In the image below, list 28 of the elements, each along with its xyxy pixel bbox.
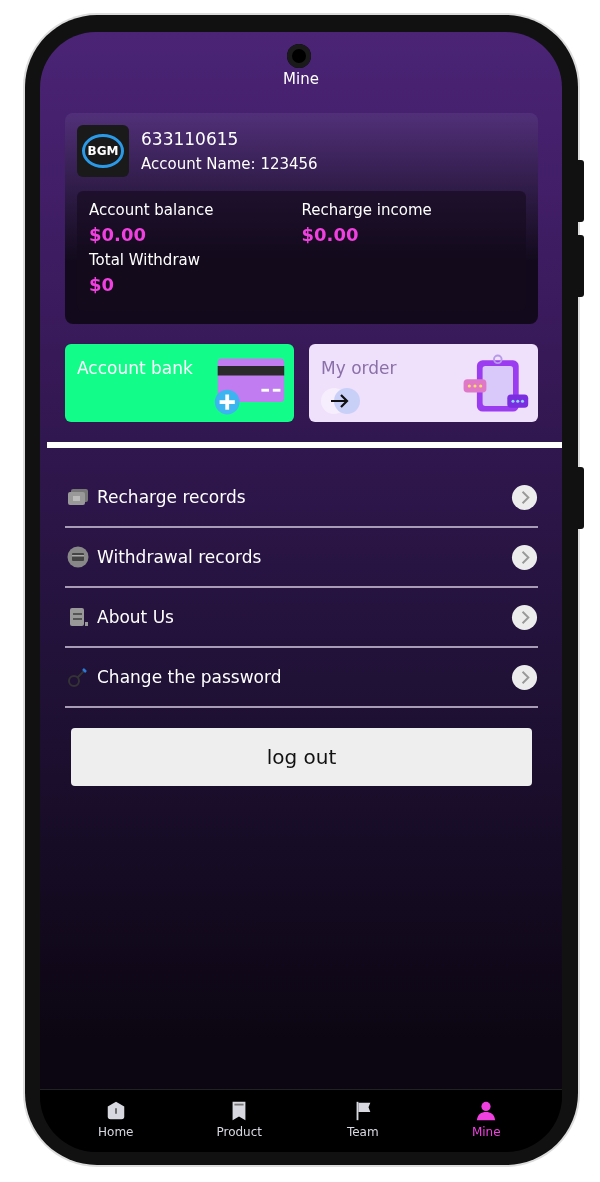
chevron-icon [511, 483, 538, 511]
wallet-icon [65, 546, 91, 568]
logout-button[interactable]: log out [71, 728, 532, 786]
banknote-icon [65, 486, 91, 508]
stat-label: Recharge income [301, 201, 433, 219]
logo-icon: BGM [77, 125, 129, 177]
nav-tab[interactable]: Team [327, 1090, 398, 1152]
account-name: Account Name: 123456 [141, 155, 318, 173]
account-id: 633110615 [141, 129, 240, 149]
nav-tab[interactable]: Product [204, 1090, 275, 1152]
menu-item[interactable]: Withdrawal records [65, 528, 538, 588]
nav-tab[interactable]: Home [80, 1090, 151, 1152]
page-title: Mine [283, 70, 319, 88]
stat-label: Total Withdraw [89, 251, 201, 269]
chevron-icon [511, 543, 538, 571]
stat-value: $0.00 [301, 224, 360, 245]
stat-value: $0 [89, 274, 116, 295]
camera-icon [287, 44, 311, 68]
chevron-icon [511, 663, 538, 691]
chevron-icon [511, 603, 538, 631]
stat-value: $0.00 [89, 224, 147, 245]
arrow-icon[interactable] [321, 388, 361, 414]
menu-item[interactable]: About Us [65, 588, 538, 648]
menu-item[interactable]: Change the password [65, 648, 538, 708]
menu-item[interactable]: Recharge records [65, 468, 538, 528]
stat-label: Account balance [89, 201, 215, 219]
person-icon [475, 1100, 498, 1122]
nav-tab[interactable]: Mine [451, 1090, 522, 1152]
